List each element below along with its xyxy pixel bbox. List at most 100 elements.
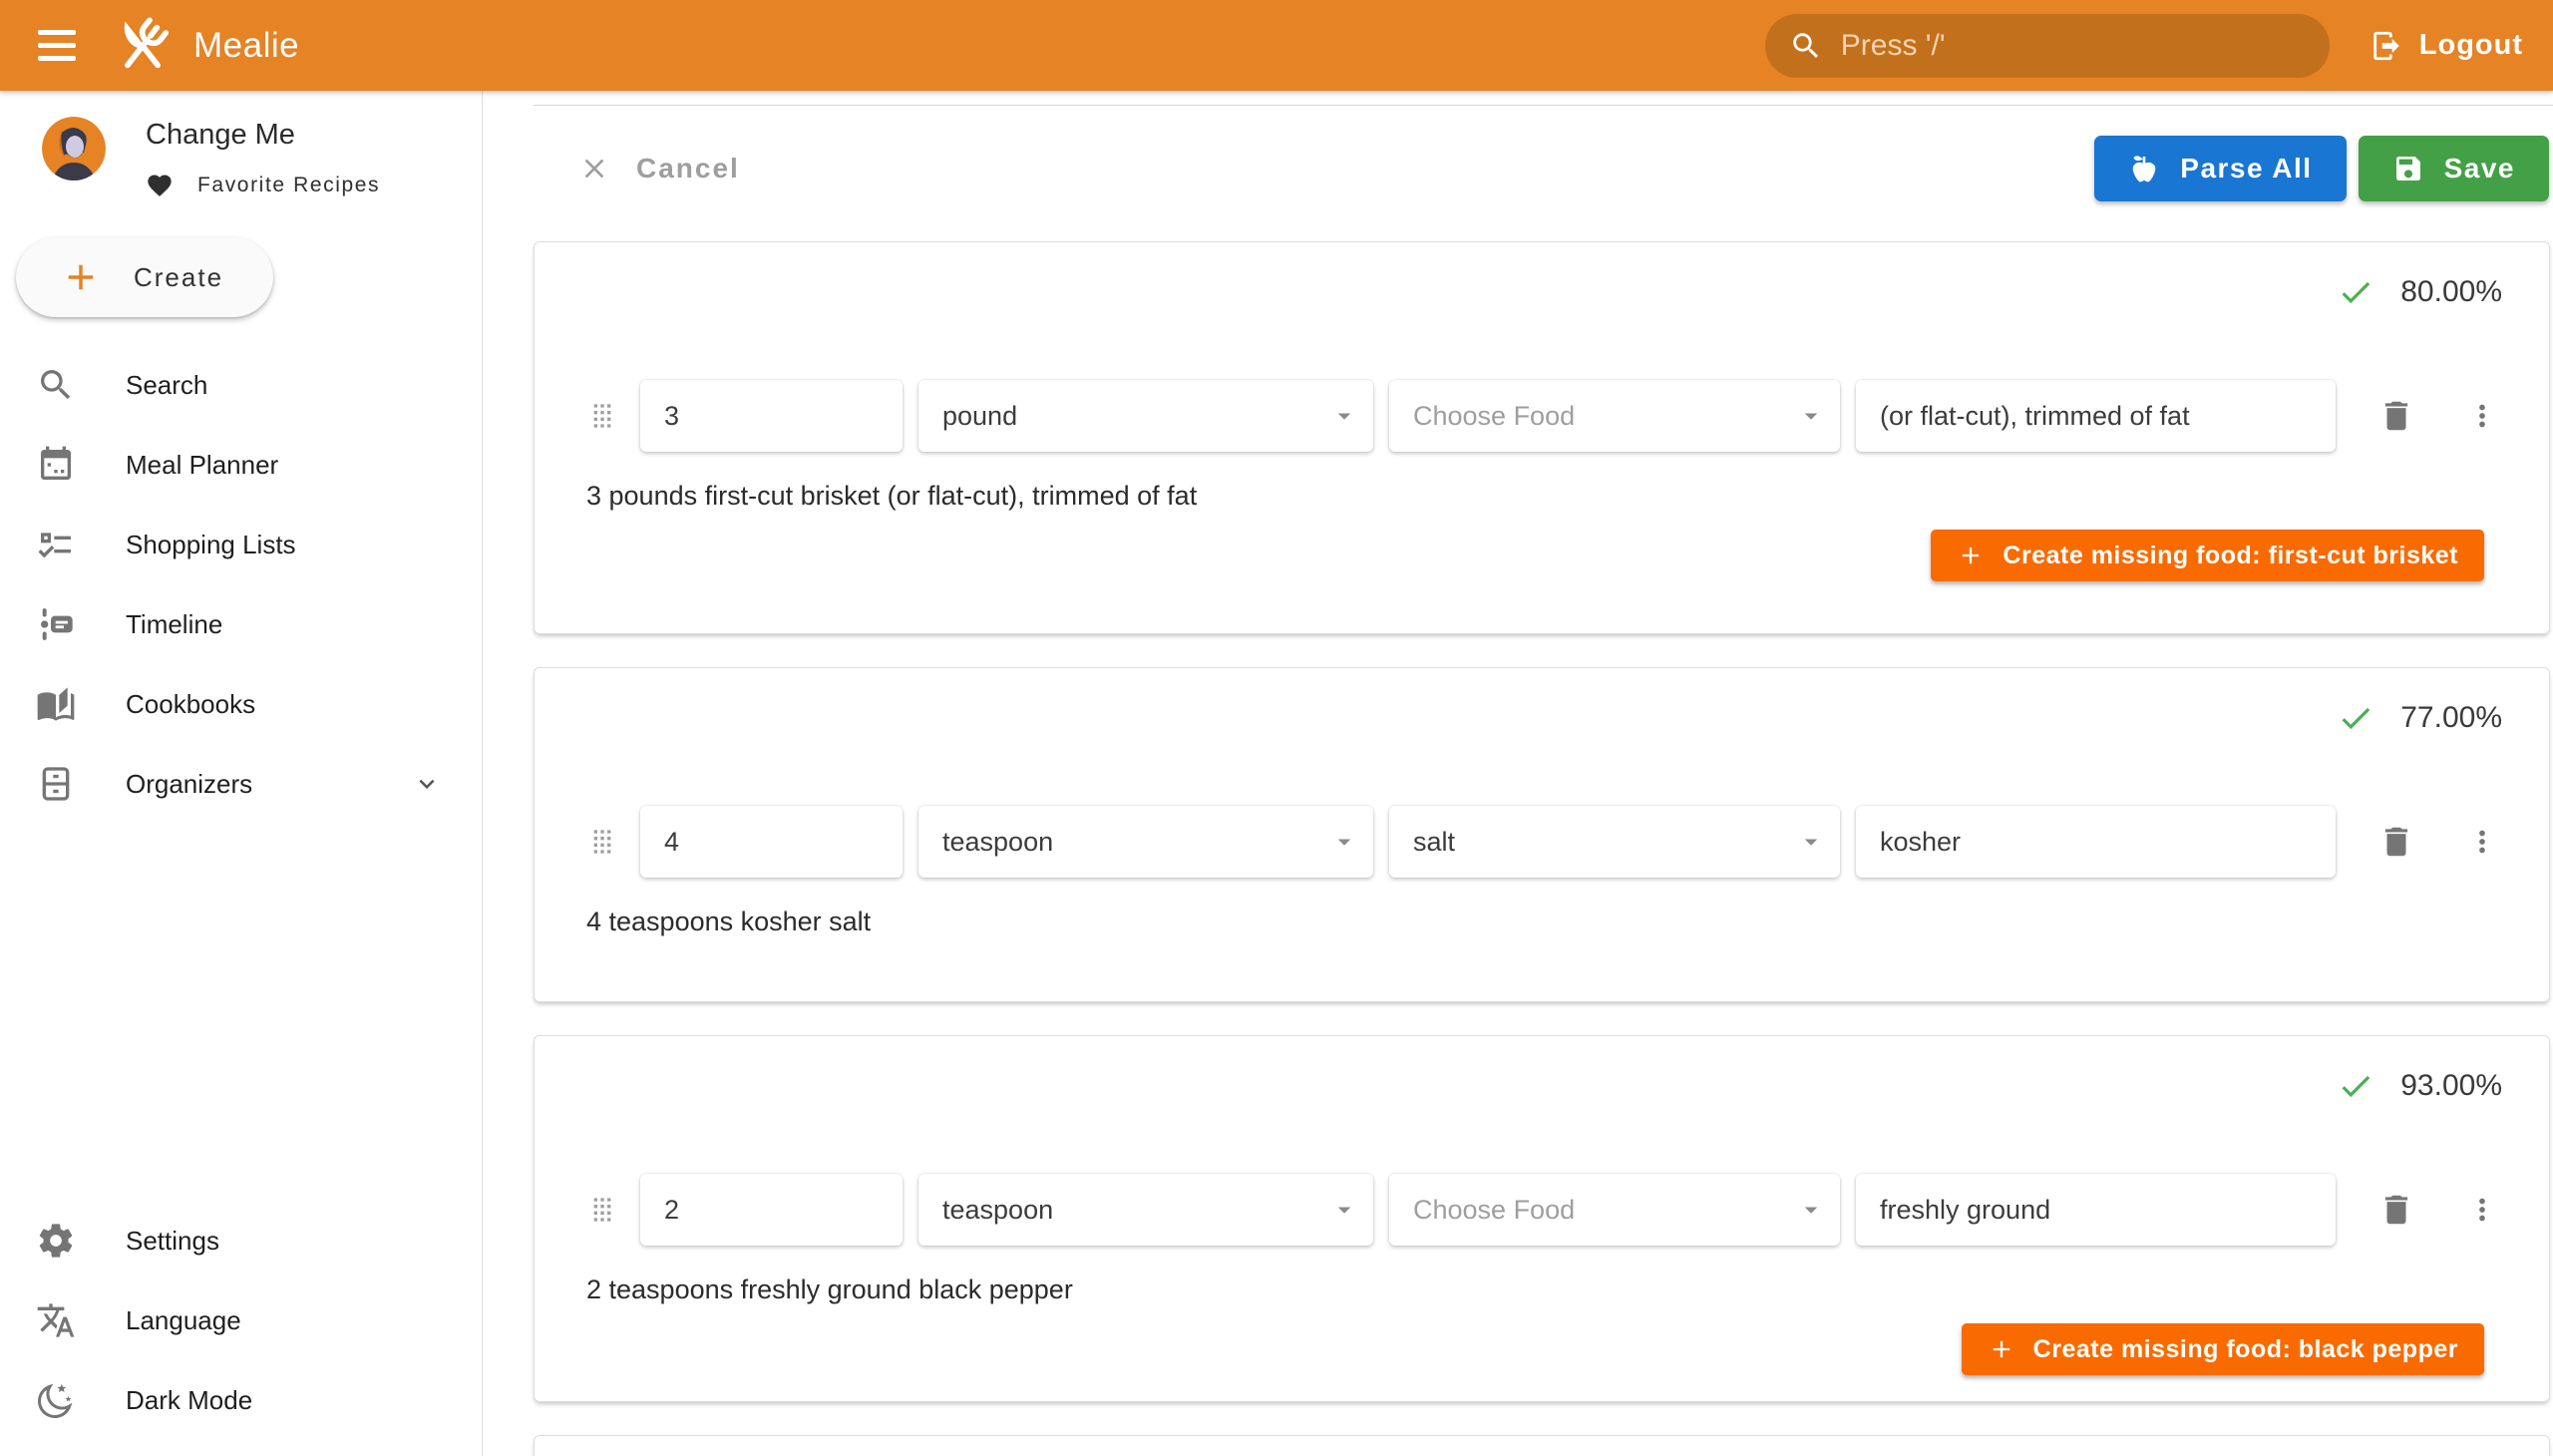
food-select[interactable]: Choose Food: [1389, 380, 1840, 452]
note-input[interactable]: [1856, 806, 2336, 878]
unit-select[interactable]: pound: [918, 380, 1373, 452]
sidebar-item-label: Language: [126, 1305, 241, 1336]
sidebar-item-label: Dark Mode: [126, 1385, 252, 1416]
kebab-menu-icon: [2465, 825, 2499, 859]
moon-icon: [36, 1380, 76, 1420]
chevron-down-icon: [412, 769, 442, 799]
create-label: Create: [134, 262, 223, 293]
sidebar-item-meal-planner[interactable]: Meal Planner: [0, 425, 482, 505]
create-missing-food-label: Create missing food: black pepper: [2033, 1335, 2458, 1364]
sidebar-item-search[interactable]: Search: [0, 345, 482, 425]
user-block: Change Me Favorite Recipes: [0, 117, 482, 199]
create-missing-food-button[interactable]: Create missing food: first-cut brisket: [1931, 530, 2484, 581]
check-icon: [2337, 273, 2374, 311]
unit-value: pound: [942, 401, 1017, 432]
parse-all-button[interactable]: Parse All: [2094, 136, 2346, 201]
ingredient-card: 80.00% pound Choose Food: [534, 241, 2550, 634]
sidebar-item-dark-mode[interactable]: Dark Mode: [0, 1360, 482, 1440]
original-ingredient-text: 3 pounds first-cut brisket (or flat-cut)…: [586, 476, 2549, 516]
app-bar: Mealie Logout: [0, 0, 2553, 91]
cancel-label: Cancel: [636, 153, 740, 184]
confidence-value: 93.00%: [2400, 1069, 2502, 1103]
delete-button[interactable]: [2377, 1191, 2415, 1229]
more-menu-button[interactable]: [2465, 399, 2499, 433]
sidebar-item-timeline[interactable]: Timeline: [0, 584, 482, 664]
sidebar-footer: Settings Language Dark Mode: [0, 1201, 482, 1456]
drag-handle-icon[interactable]: [582, 396, 622, 436]
ingredient-fields-row: pound Choose Food: [582, 380, 2549, 452]
delete-button[interactable]: [2377, 823, 2415, 861]
food-placeholder: Choose Food: [1413, 1195, 1575, 1226]
search-input[interactable]: [1841, 29, 2306, 63]
dropdown-caret-icon: [1329, 401, 1359, 431]
sidebar-item-shopping-lists[interactable]: Shopping Lists: [0, 505, 482, 584]
sidebar-item-organizers[interactable]: Organizers: [0, 744, 482, 824]
ingredient-card: [534, 1435, 2550, 1456]
quantity-input[interactable]: [640, 380, 903, 452]
ingredient-card: 77.00% teaspoon salt: [534, 667, 2550, 1002]
drag-handle-icon[interactable]: [582, 822, 622, 862]
favorite-recipes-label: Favorite Recipes: [197, 174, 380, 197]
check-icon: [2337, 699, 2374, 737]
delete-button[interactable]: [2377, 397, 2415, 435]
kebab-menu-icon: [2465, 399, 2499, 433]
food-select[interactable]: salt: [1389, 806, 1840, 878]
note-input[interactable]: [1856, 380, 2336, 452]
confidence-value: 77.00%: [2400, 701, 2502, 735]
dropdown-caret-icon: [1329, 827, 1359, 857]
trash-icon: [2377, 1191, 2415, 1229]
original-ingredient-text: 2 teaspoons freshly ground black pepper: [586, 1270, 2549, 1309]
parser-toolbar: Cancel Parse All Save: [578, 136, 2549, 201]
create-missing-food-button[interactable]: Create missing food: black pepper: [1962, 1323, 2484, 1375]
plus-icon: [60, 256, 102, 298]
food-placeholder: Choose Food: [1413, 401, 1575, 432]
ingredient-card-list: 80.00% pound Choose Food: [534, 241, 2550, 1456]
favorite-recipes-button[interactable]: Favorite Recipes: [146, 172, 380, 199]
more-menu-button[interactable]: [2465, 1193, 2499, 1227]
save-icon: [2392, 153, 2424, 184]
drag-handle-icon[interactable]: [582, 1190, 622, 1230]
translate-icon: [36, 1300, 76, 1340]
sidebar-item-language[interactable]: Language: [0, 1280, 482, 1360]
unit-select[interactable]: teaspoon: [918, 1174, 1373, 1246]
quantity-input[interactable]: [640, 806, 903, 878]
logout-button[interactable]: Logout: [2370, 29, 2523, 63]
sidebar-item-settings[interactable]: Settings: [0, 1201, 482, 1280]
more-menu-button[interactable]: [2465, 825, 2499, 859]
checklist-icon: [36, 525, 76, 564]
save-label: Save: [2444, 153, 2515, 184]
sidebar-item-label: Timeline: [126, 609, 222, 640]
unit-select[interactable]: teaspoon: [918, 806, 1373, 878]
check-icon: [2337, 1067, 2374, 1105]
note-input[interactable]: [1856, 1174, 2336, 1246]
confidence-row: 93.00%: [535, 1064, 2502, 1108]
plus-icon: [1988, 1335, 2015, 1363]
content-divider: [534, 105, 2553, 106]
quantity-input[interactable]: [640, 1174, 903, 1246]
book-open-icon: [36, 684, 76, 724]
gear-icon: [36, 1221, 76, 1261]
sidebar-item-label: Settings: [126, 1226, 219, 1257]
ingredient-fields-row: teaspoon salt: [582, 806, 2549, 878]
original-ingredient-text: 4 teaspoons kosher salt: [586, 902, 2549, 941]
create-button[interactable]: Create: [16, 237, 273, 317]
save-button[interactable]: Save: [2359, 136, 2549, 201]
global-search-field[interactable]: [1765, 14, 2330, 78]
food-select[interactable]: Choose Food: [1389, 1174, 1840, 1246]
avatar[interactable]: [42, 117, 106, 181]
heart-icon: [146, 172, 174, 199]
user-name: Change Me: [146, 119, 380, 152]
sidebar-item-label: Meal Planner: [126, 450, 278, 481]
menu-icon[interactable]: [28, 17, 86, 75]
unit-value: teaspoon: [942, 1195, 1053, 1226]
file-cabinet-icon: [36, 764, 76, 804]
sidebar-item-cookbooks[interactable]: Cookbooks: [0, 664, 482, 744]
dropdown-caret-icon: [1796, 401, 1826, 431]
mealie-logo-icon[interactable]: [112, 15, 174, 77]
food-value: salt: [1413, 827, 1455, 858]
app-title: Mealie: [193, 26, 299, 66]
cancel-button[interactable]: Cancel: [578, 153, 740, 184]
sidebar-item-label: Search: [126, 370, 207, 401]
dropdown-caret-icon: [1796, 1195, 1826, 1225]
logout-label: Logout: [2419, 29, 2523, 62]
